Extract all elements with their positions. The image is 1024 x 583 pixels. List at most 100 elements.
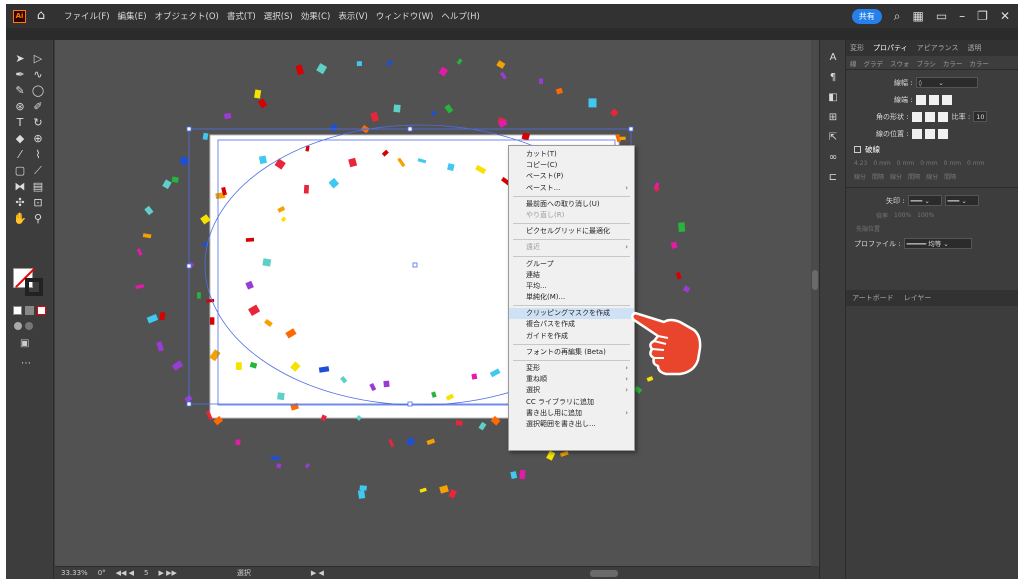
context-menu-item[interactable]: 連結 — [509, 270, 634, 281]
align-inside-button[interactable] — [924, 128, 935, 139]
selection-tool-icon[interactable]: ➤ — [12, 52, 28, 65]
context-menu-item[interactable]: 選択範囲を書き出し... — [509, 419, 634, 430]
paragraph-panel-icon[interactable]: ¶ — [820, 68, 846, 88]
menu-item[interactable]: ウィンドウ(W) — [376, 10, 434, 22]
context-menu-item[interactable]: 最前面への取り消し(U) — [509, 199, 634, 210]
more-tools-icon[interactable]: ⋯ — [21, 358, 31, 369]
ellipse-tool-icon[interactable]: ◯ — [30, 84, 46, 97]
rotate-tool-icon[interactable]: ↻ — [30, 116, 46, 129]
draw-behind-icon[interactable] — [25, 322, 33, 330]
transform-panel-icon[interactable]: ⊞ — [820, 108, 846, 128]
menu-item[interactable]: オブジェクト(O) — [155, 10, 219, 22]
dash-field[interactable]: 0 mm — [944, 160, 961, 167]
selection-handle[interactable] — [407, 126, 413, 132]
workspace-icon[interactable]: ▦ — [912, 9, 923, 23]
panel-subtab[interactable]: カラー — [969, 58, 989, 68]
artboard-nav-prev-icon[interactable]: ◀◀ ◀ — [116, 569, 134, 577]
paintbrush-tool-icon[interactable]: ⟋ — [30, 164, 46, 177]
menu-item[interactable]: 表示(V) — [338, 10, 367, 22]
selection-handle[interactable] — [628, 126, 634, 132]
mesh-tool-icon[interactable]: ▤ — [30, 180, 46, 193]
zoom-level[interactable]: 33.33% — [61, 569, 88, 577]
menu-item[interactable]: ファイル(F) — [64, 10, 110, 22]
screen-mode-icon[interactable]: ▣ — [20, 338, 29, 349]
context-menu-item[interactable]: 重ね順 › — [509, 374, 634, 385]
puppet-warp-tool-icon[interactable]: ✣ — [12, 196, 28, 209]
rotation-value[interactable]: 0° — [98, 569, 106, 577]
canvas-area[interactable]: カット(T) コピー(C) ペースト(P) ペースト... › 最前面への取り消し(U) や… — [55, 40, 811, 566]
restore-icon[interactable]: ❐ — [977, 9, 988, 23]
menu-item[interactable]: 効果(C) — [301, 10, 331, 22]
miter-join-button[interactable] — [911, 111, 922, 122]
status-nav-icon[interactable]: ▶ ◀ — [311, 569, 324, 577]
dash-field[interactable]: 0 mm — [897, 160, 914, 167]
direct-selection-tool-icon[interactable]: ▷ — [30, 52, 46, 65]
vertical-scrollbar[interactable] — [811, 40, 819, 566]
character-panel-icon[interactable]: A — [820, 48, 846, 68]
selection-handle[interactable] — [186, 126, 192, 132]
arrow-start-select[interactable]: ━━━ ⌄ — [907, 195, 942, 206]
blob-brush-tool-icon[interactable]: ✎ — [12, 84, 28, 97]
artboard-nav-next-icon[interactable]: ▶ ▶▶ — [159, 569, 177, 577]
stroke-width-input[interactable]: ◊ ⌄ — [915, 77, 978, 88]
shape-builder-tool-icon[interactable]: ⊕ — [30, 132, 46, 145]
context-menu-item[interactable]: クリッピングマスクを作成 — [509, 308, 634, 320]
stroke-swatch[interactable] — [25, 278, 43, 296]
blend-tool-icon[interactable]: ⧓ — [12, 180, 28, 193]
panel-subtab[interactable]: グラデ — [864, 58, 884, 68]
dash-field[interactable]: 4.23 — [854, 160, 867, 167]
symbol-tool-icon[interactable]: ⊛ — [12, 100, 28, 113]
type-tool-icon[interactable]: T — [12, 116, 28, 129]
round-cap-button[interactable] — [928, 94, 939, 105]
scale-input-1[interactable]: 100% — [894, 212, 911, 219]
bottom-panel-tab[interactable]: レイヤー — [904, 293, 932, 303]
horizontal-scroll-thumb[interactable] — [590, 570, 618, 577]
align-center-button[interactable] — [911, 128, 922, 139]
context-menu-item[interactable]: 変形 › — [509, 363, 634, 374]
bottom-panel-tab[interactable]: アートボード — [852, 293, 894, 303]
selection-handle[interactable] — [412, 262, 418, 268]
menu-item[interactable]: 書式(T) — [227, 10, 256, 22]
panel-tab[interactable]: 変形 — [850, 43, 864, 53]
panel-subtab[interactable]: ブラシ — [917, 58, 936, 68]
artboard-number[interactable]: 5 — [144, 569, 148, 577]
panel-subtab[interactable]: 線 — [850, 58, 857, 68]
context-menu-item[interactable]: カット(T) — [509, 149, 634, 160]
ratio-input[interactable]: 10 — [973, 111, 988, 122]
panel-tab[interactable]: アピアランス — [917, 43, 959, 53]
close-icon[interactable]: ✕ — [1000, 9, 1010, 23]
context-menu-item[interactable]: ペースト(P) — [509, 171, 634, 182]
free-transform-tool-icon[interactable]: ▢ — [12, 164, 28, 177]
artboard-tool-icon[interactable]: ⊡ — [30, 196, 46, 209]
panel-tab[interactable]: プロパティ — [873, 43, 908, 53]
projecting-cap-button[interactable] — [941, 94, 952, 105]
scale-input-2[interactable]: 100% — [917, 212, 934, 219]
menu-item[interactable]: 編集(E) — [118, 10, 147, 22]
fill-stroke-swatches[interactable] — [13, 268, 47, 298]
zoom-tool-icon[interactable]: ⚲ — [30, 212, 46, 225]
align-outside-button[interactable] — [937, 128, 948, 139]
context-menu-item[interactable]: 複合パスを作成 — [509, 319, 634, 330]
butt-cap-button[interactable] — [915, 94, 926, 105]
round-join-button[interactable] — [924, 111, 935, 122]
context-menu-item[interactable]: 平均... — [509, 281, 634, 292]
color-mode-button[interactable] — [13, 306, 22, 315]
search-icon[interactable]: ⌕ — [894, 9, 901, 24]
profile-select[interactable]: ━━━━━ 均等 ⌄ — [903, 238, 972, 249]
context-menu-item[interactable]: 選択 › — [509, 385, 634, 396]
context-menu-item[interactable]: コピー(C) — [509, 160, 634, 171]
links-panel-icon[interactable]: ∞ — [820, 148, 846, 168]
align-panel-icon[interactable]: ⊏ — [820, 168, 846, 188]
context-menu-item[interactable]: CC ライブラリに追加 — [509, 397, 634, 408]
selection-handle[interactable] — [407, 401, 413, 407]
pencil-tool-icon[interactable]: ✐ — [30, 100, 46, 113]
context-menu-item[interactable]: ペースト... › — [509, 183, 634, 194]
scroll-thumb[interactable] — [812, 270, 818, 290]
none-mode-button[interactable] — [37, 306, 46, 315]
menu-item[interactable]: 選択(S) — [264, 10, 293, 22]
minimize-icon[interactable]: – — [959, 9, 965, 23]
context-menu-item[interactable]: ガイドを作成 — [509, 331, 634, 342]
panel-subtab[interactable]: カラー — [943, 58, 963, 68]
width-tool-icon[interactable]: ⌇ — [30, 148, 46, 161]
hand-tool-icon[interactable]: ✋ — [12, 212, 28, 225]
